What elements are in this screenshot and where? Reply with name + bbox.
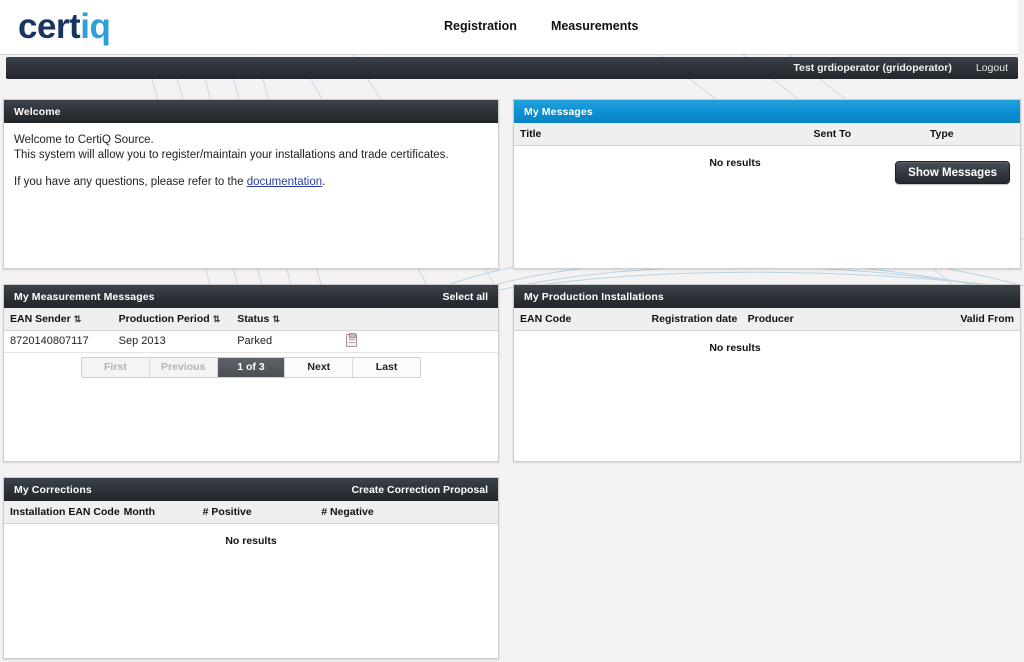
- page-root: certiq Registration Measurements Test gr…: [0, 0, 1024, 662]
- sort-icon[interactable]: ⇅: [74, 314, 82, 324]
- column-label-status: Status: [237, 312, 270, 325]
- panel-welcome-title: Welcome: [14, 105, 61, 118]
- welcome-line-2: This system will allow you to register/m…: [14, 149, 449, 161]
- user-bar: Test grdioperator (gridoperator) Logout: [6, 57, 1018, 79]
- table-header-row: EAN Sender ⇅ Production Period ⇅ Status ⇅: [4, 308, 498, 331]
- panel-welcome: Welcome Welcome to CertiQ Source. This s…: [3, 99, 499, 269]
- panel-corrections-header: My Corrections Create Correction Proposa…: [4, 478, 498, 501]
- cell-ean-sender: 8720140807117: [4, 330, 113, 353]
- sort-icon[interactable]: ⇅: [213, 314, 221, 324]
- cell-action: [339, 330, 498, 353]
- production-installations-empty-text: No results: [709, 341, 761, 354]
- table-row[interactable]: 8720140807117 Sep 2013 Parked: [4, 330, 498, 353]
- panel-production-installations-title: My Production Installations: [524, 290, 664, 303]
- column-header-ean-sender[interactable]: EAN Sender ⇅: [4, 308, 113, 331]
- logo-text-light: iq: [80, 7, 111, 46]
- panel-production-installations-body: EAN Code Registration date Producer Vali…: [514, 308, 1020, 354]
- nav-item-measurements[interactable]: Measurements: [551, 19, 639, 33]
- corrections-empty-text: No results: [225, 534, 277, 547]
- pagination-control: First Previous 1 of 3 Next Last: [81, 356, 421, 378]
- pager-previous-button[interactable]: Previous: [149, 357, 218, 377]
- column-header-type[interactable]: Type: [923, 123, 1020, 146]
- welcome-line-1: Welcome to CertiQ Source.: [14, 134, 154, 146]
- current-user-label: Test grdioperator (gridoperator): [793, 62, 952, 74]
- column-header-production-period[interactable]: Production Period ⇅: [112, 308, 232, 331]
- certiq-logo[interactable]: certiq: [18, 6, 111, 48]
- logout-link[interactable]: Logout: [976, 62, 1008, 74]
- table-header-row: EAN Code Registration date Producer Vali…: [514, 308, 1020, 331]
- welcome-line-3: If you have any questions, please refer …: [14, 175, 488, 190]
- panel-my-messages: My Messages Title Sent To Type No result…: [513, 99, 1021, 269]
- measurement-messages-table: EAN Sender ⇅ Production Period ⇅ Status ⇅ 8…: [4, 308, 498, 353]
- panel-corrections-title: My Corrections: [14, 483, 92, 496]
- welcome-line-3-prefix: If you have any questions, please refer …: [14, 176, 247, 188]
- column-label-ean-sender: EAN Sender: [10, 312, 71, 325]
- panel-measurement-messages: My Measurement Messages Select all EAN S…: [3, 284, 499, 462]
- column-header-installation-ean-code[interactable]: Installation EAN Code: [4, 501, 120, 524]
- table-header-row: Title Sent To Type: [514, 123, 1020, 146]
- column-header-title[interactable]: Title: [514, 123, 808, 146]
- column-header-positive[interactable]: # Positive: [196, 501, 316, 524]
- panel-my-messages-title: My Messages: [524, 105, 593, 118]
- site-header: certiq Registration Measurements: [0, 0, 1018, 55]
- panel-measurement-messages-header: My Measurement Messages Select all: [4, 285, 498, 308]
- documentation-link[interactable]: documentation: [247, 176, 322, 188]
- column-header-actions: [339, 308, 498, 331]
- welcome-line-3-suffix: .: [322, 176, 326, 188]
- panel-measurement-messages-body: EAN Sender ⇅ Production Period ⇅ Status ⇅ 8…: [4, 308, 498, 378]
- cell-status: Parked: [231, 330, 340, 353]
- column-header-ean-code[interactable]: EAN Code: [514, 308, 646, 331]
- column-header-valid-from[interactable]: Valid From: [923, 308, 1020, 331]
- panel-corrections: My Corrections Create Correction Proposa…: [3, 477, 499, 659]
- corrections-table: Installation EAN Code Month # Positive #…: [4, 501, 498, 524]
- main-navigation: Registration Measurements: [444, 19, 638, 33]
- pager-last-button[interactable]: Last: [353, 357, 420, 377]
- column-header-registration-date[interactable]: Registration date: [645, 308, 742, 331]
- column-header-negative[interactable]: # Negative: [315, 501, 498, 524]
- clipboard-icon[interactable]: [345, 333, 357, 347]
- create-correction-proposal-link[interactable]: Create Correction Proposal: [351, 478, 488, 501]
- panel-my-messages-header: My Messages: [514, 100, 1020, 123]
- table-header-row: Installation EAN Code Month # Positive #…: [4, 501, 498, 524]
- panel-production-installations: My Production Installations EAN Code Reg…: [513, 284, 1021, 462]
- cell-production-period: Sep 2013: [112, 330, 232, 353]
- column-header-month[interactable]: Month: [117, 501, 197, 524]
- panel-production-installations-header: My Production Installations: [514, 285, 1020, 308]
- panel-corrections-body: Installation EAN Code Month # Positive #…: [4, 501, 498, 547]
- panel-measurement-messages-title: My Measurement Messages: [14, 290, 155, 303]
- nav-item-registration[interactable]: Registration: [444, 19, 517, 33]
- production-installations-table: EAN Code Registration date Producer Vali…: [514, 308, 1020, 331]
- sort-icon[interactable]: ⇅: [272, 314, 280, 324]
- column-header-sent-to[interactable]: Sent To: [807, 123, 924, 146]
- column-label-production-period: Production Period: [118, 312, 210, 325]
- select-all-link[interactable]: Select all: [442, 285, 488, 308]
- show-messages-button[interactable]: Show Messages: [895, 161, 1010, 184]
- logo-text-dark: cert: [18, 7, 81, 46]
- panel-my-messages-body: Title Sent To Type No results Show Messa…: [514, 123, 1020, 184]
- pager-first-button[interactable]: First: [82, 357, 150, 377]
- my-messages-table: Title Sent To Type: [514, 123, 1020, 146]
- column-header-status[interactable]: Status ⇅: [231, 308, 340, 331]
- panel-welcome-body: Welcome to CertiQ Source. This system wi…: [4, 123, 498, 190]
- pager-next-button[interactable]: Next: [285, 357, 354, 377]
- pager-current-page: 1 of 3: [217, 357, 286, 377]
- column-header-producer[interactable]: Producer: [741, 308, 924, 331]
- panel-welcome-header: Welcome: [4, 100, 498, 123]
